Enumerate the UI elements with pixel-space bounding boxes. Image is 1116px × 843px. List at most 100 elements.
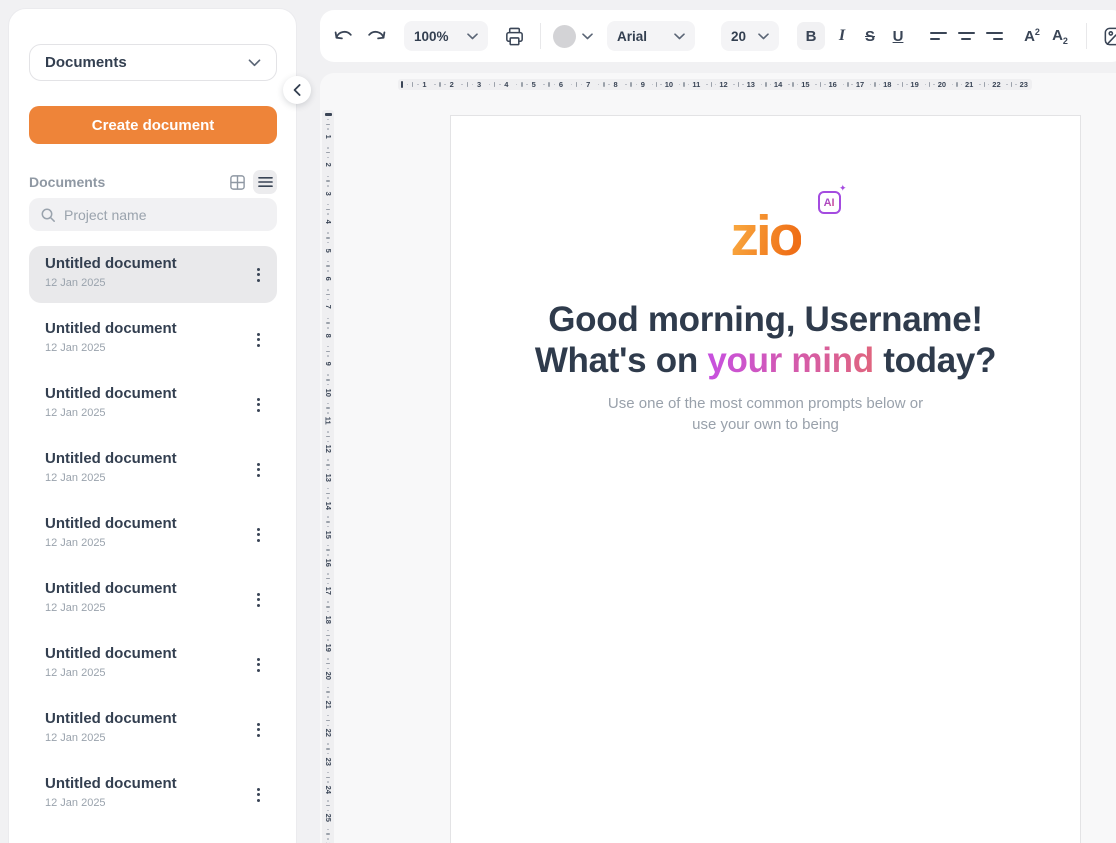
greeting-line1: Good morning, Username! [451, 299, 1080, 340]
document-date: 12 Jan 2025 [45, 667, 261, 679]
font-family-value: Arial [617, 29, 647, 44]
zio-logo: zio AI ✦ [730, 208, 800, 265]
document-date: 12 Jan 2025 [45, 732, 261, 744]
chevron-down-icon [674, 33, 685, 40]
toolbar-divider [540, 23, 541, 49]
document-title: Untitled document [45, 385, 261, 402]
underline-button[interactable]: U [884, 22, 912, 50]
documents-section-label: Documents [29, 174, 225, 190]
kebab-menu-icon[interactable] [252, 393, 265, 417]
document-date: 12 Jan 2025 [45, 472, 261, 484]
document-date: 12 Jan 2025 [45, 797, 261, 809]
strikethrough-button[interactable]: S [856, 22, 884, 50]
document-list: Untitled document12 Jan 2025Untitled doc… [29, 246, 277, 823]
ai-badge: AI ✦ [818, 191, 841, 214]
chevron-down-icon [582, 33, 593, 40]
document-date: 12 Jan 2025 [45, 277, 261, 289]
zoom-select[interactable]: 100% [404, 21, 488, 51]
redo-button[interactable] [362, 22, 390, 50]
bold-button[interactable]: B [797, 22, 825, 50]
search-input[interactable] [64, 207, 266, 223]
undo-icon [333, 25, 355, 47]
document-list-item[interactable]: Untitled document 12 Jan 2025 [29, 246, 277, 303]
search-icon [40, 207, 56, 223]
align-center-button[interactable] [952, 22, 980, 50]
text-color-picker[interactable] [553, 25, 593, 48]
chevron-left-icon [293, 84, 301, 96]
search-box [29, 198, 277, 231]
kebab-menu-icon[interactable] [252, 588, 265, 612]
undo-button[interactable] [330, 22, 358, 50]
sidebar-panel: Documents Create document Documents Unti… [8, 8, 297, 843]
list-view-icon[interactable] [253, 170, 277, 194]
document-list-item[interactable]: Untitled document 12 Jan 2025 [29, 701, 277, 758]
document-title: Untitled document [45, 580, 261, 597]
italic-button[interactable]: I [828, 22, 856, 50]
document-title: Untitled document [45, 450, 261, 467]
redo-icon [365, 25, 387, 47]
document-date: 12 Jan 2025 [45, 602, 261, 614]
editor-canvas: 1234567891011121314151617181920212223 12… [320, 73, 1116, 843]
print-button[interactable] [500, 22, 528, 50]
align-right-icon [986, 32, 1003, 40]
chevron-down-icon [248, 59, 261, 67]
zoom-value: 100% [414, 29, 449, 44]
kebab-menu-icon[interactable] [252, 653, 265, 677]
subtitle-line1: Use one of the most common prompts below… [451, 393, 1080, 414]
insert-image-button[interactable] [1099, 22, 1116, 50]
greeting-line2: What's on your mind today? [451, 340, 1080, 381]
document-date: 12 Jan 2025 [45, 407, 261, 419]
align-center-icon [958, 32, 975, 40]
chevron-down-icon [758, 33, 769, 40]
document-list-item[interactable]: Untitled document 12 Jan 2025 [29, 311, 277, 368]
kebab-menu-icon[interactable] [252, 328, 265, 352]
superscript-button[interactable]: A2 [1018, 22, 1046, 50]
create-document-button[interactable]: Create document [29, 106, 277, 144]
greeting-subtitle: Use one of the most common prompts below… [451, 393, 1080, 435]
document-title: Untitled document [45, 255, 261, 272]
subscript-button[interactable]: A2 [1046, 22, 1074, 50]
subtitle-line2: use your own to being [451, 414, 1080, 435]
document-title: Untitled document [45, 645, 261, 662]
document-list-item[interactable]: Untitled document 12 Jan 2025 [29, 441, 277, 498]
document-list-item[interactable]: Untitled document 12 Jan 2025 [29, 636, 277, 693]
workspace-selector-label: Documents [45, 54, 127, 71]
color-swatch-icon [553, 25, 576, 48]
font-family-select[interactable]: Arial [607, 21, 695, 51]
kebab-menu-icon[interactable] [252, 458, 265, 482]
align-left-button[interactable] [924, 22, 952, 50]
document-list-item[interactable]: Untitled document 12 Jan 2025 [29, 506, 277, 563]
align-right-button[interactable] [980, 22, 1008, 50]
vertical-ruler: 1234567891011121314151617181920212223242… [322, 110, 334, 843]
kebab-menu-icon[interactable] [252, 783, 265, 807]
document-list-item[interactable]: Untitled document 12 Jan 2025 [29, 766, 277, 823]
toolbar-divider [1086, 23, 1087, 49]
sparkle-icon: ✦ [839, 184, 847, 193]
font-size-value: 20 [731, 29, 746, 44]
kebab-menu-icon[interactable] [252, 523, 265, 547]
image-icon [1102, 25, 1116, 48]
font-size-select[interactable]: 20 [721, 21, 779, 51]
document-page[interactable]: zio AI ✦ Good morning, Username! What's … [450, 115, 1081, 843]
document-list-item[interactable]: Untitled document 12 Jan 2025 [29, 376, 277, 433]
kebab-menu-icon[interactable] [252, 263, 265, 287]
editor-toolbar: 100% Arial 20 B I S U A2 A2 [320, 10, 1116, 62]
kebab-menu-icon[interactable] [252, 718, 265, 742]
align-left-icon [930, 32, 947, 40]
document-title: Untitled document [45, 515, 261, 532]
workspace-selector-dropdown[interactable]: Documents [29, 44, 277, 81]
zio-logo-text: zio [730, 204, 800, 268]
greeting-heading: Good morning, Username! What's on your m… [451, 299, 1080, 381]
printer-icon [503, 25, 526, 48]
document-title: Untitled document [45, 710, 261, 727]
documents-section-header: Documents [29, 170, 277, 194]
chevron-down-icon [467, 33, 478, 40]
horizontal-ruler: 1234567891011121314151617181920212223 [398, 79, 1032, 90]
document-title: Untitled document [45, 775, 261, 792]
document-date: 12 Jan 2025 [45, 537, 261, 549]
document-title: Untitled document [45, 320, 261, 337]
document-date: 12 Jan 2025 [45, 342, 261, 354]
document-list-item[interactable]: Untitled document 12 Jan 2025 [29, 571, 277, 628]
grid-view-icon[interactable] [225, 170, 249, 194]
sidebar-collapse-button[interactable] [283, 76, 311, 104]
